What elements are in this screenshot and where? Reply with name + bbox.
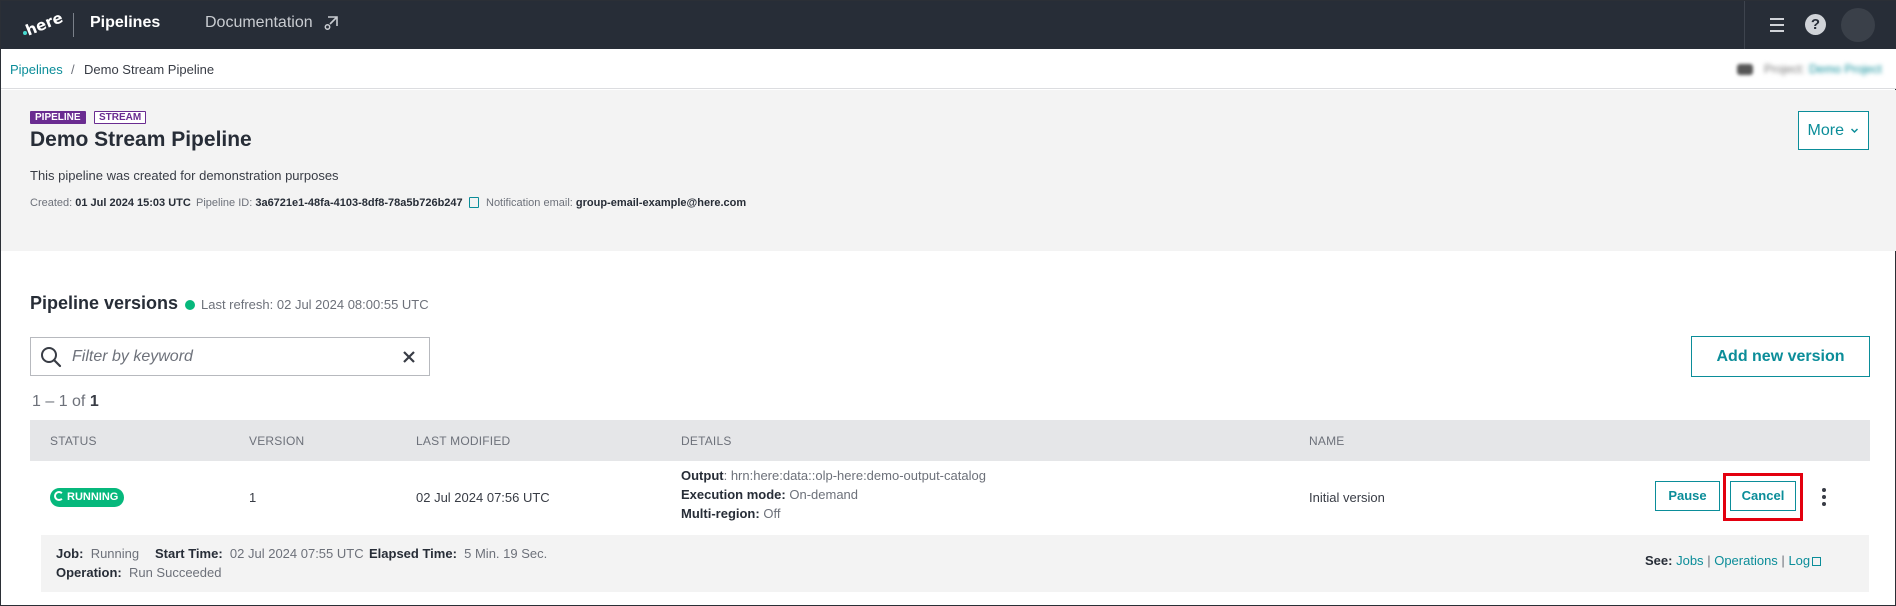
details-execution-mode: Execution mode: On-demand [681, 487, 858, 502]
region-label: Multi-region: [681, 506, 760, 521]
log-link[interactable]: Log [1788, 553, 1810, 568]
search-icon [41, 347, 62, 368]
jobs-link[interactable]: Jobs [1676, 553, 1703, 568]
operation-label: Operation: [56, 565, 122, 580]
count-prefix: 1 – 1 of [32, 393, 86, 410]
breadcrumb-current: Demo Stream Pipeline [84, 62, 215, 77]
column-name[interactable]: NAME [1309, 434, 1344, 448]
job-value: Running [90, 546, 140, 561]
top-divider [73, 13, 74, 37]
project-link[interactable]: Demo Project [1809, 62, 1882, 76]
see-label: See: [1645, 553, 1673, 568]
count-total: 1 [89, 393, 99, 410]
table-row[interactable]: RUNNING 1 02 Jul 2024 07:56 UTC Output: … [30, 461, 1870, 535]
breadcrumb: Pipelines / Demo Stream Pipeline Project… [1, 49, 1896, 89]
operations-link[interactable]: Operations [1714, 553, 1778, 568]
project-label: Project: [1764, 62, 1805, 76]
job-label: Job: [56, 546, 84, 561]
app-title[interactable]: Pipelines [90, 14, 160, 32]
output-label: Output [681, 468, 724, 483]
kebab-menu-icon[interactable] [1821, 487, 1827, 507]
status-text: RUNNING [67, 491, 119, 503]
breadcrumb-separator: / [71, 62, 75, 77]
pipeline-tag: PIPELINE [30, 111, 86, 124]
result-count: 1 – 1 of 1 [32, 393, 99, 411]
created-meta: Created: 01 Jul 2024 15:03 UTC [30, 197, 191, 209]
more-button[interactable]: More [1798, 111, 1869, 150]
here-logo[interactable]: here [23, 8, 65, 41]
created-label: Created: [30, 197, 73, 209]
operation-status: Operation: Run Succeeded [56, 565, 221, 580]
project-icon [1737, 64, 1753, 75]
avatar[interactable] [1841, 8, 1875, 42]
column-version[interactable]: VERSION [249, 434, 304, 448]
created-value: 01 Jul 2024 15:03 UTC [75, 197, 191, 209]
link-separator: | [1707, 553, 1711, 568]
pipeline-description: This pipeline was created for demonstrat… [30, 168, 339, 183]
copy-icon[interactable] [468, 197, 479, 208]
email-value: group-email-example@here.com [575, 197, 747, 209]
output-value: : hrn:here:data::olp-here:demo-output-ca… [723, 468, 986, 483]
cancel-button[interactable]: Cancel [1730, 481, 1796, 511]
more-label: More [1807, 122, 1844, 139]
search-box[interactable] [30, 337, 430, 376]
pipeline-header: PIPELINE STREAM Demo Stream Pipeline Thi… [1, 90, 1896, 251]
region-value: Off [759, 506, 781, 521]
elapsed-value: 5 Min. 19 Sec. [464, 546, 548, 561]
link-separator: | [1781, 553, 1785, 568]
spinner-icon [54, 491, 64, 501]
logo-text: here [23, 8, 66, 40]
elapsed-time: Elapsed Time: 5 Min. 19 Sec. [369, 546, 547, 561]
hamburger-menu-icon[interactable] [1767, 15, 1787, 35]
documentation-link[interactable]: Documentation [205, 14, 313, 32]
external-link-icon[interactable] [323, 15, 339, 31]
start-time: Start Time: 02 Jul 2024 07:55 UTC [155, 546, 364, 561]
job-status: Job: Running [56, 546, 139, 561]
column-status[interactable]: STATUS [50, 434, 97, 448]
pipeline-id-label: Pipeline ID: [196, 197, 253, 209]
add-new-version-button[interactable]: Add new version [1691, 336, 1870, 377]
operation-value: Run Succeeded [128, 565, 222, 580]
last-modified-cell: 02 Jul 2024 07:56 UTC [416, 490, 550, 505]
search-input[interactable] [72, 342, 392, 372]
email-label: Notification email: [486, 197, 573, 209]
details-output: Output: hrn:here:data::olp-here:demo-out… [681, 468, 986, 483]
version-cell: 1 [249, 490, 257, 505]
column-last-modified[interactable]: LAST MODIFIED [416, 434, 510, 448]
last-refresh-text: Last refresh: 02 Jul 2024 08:00:55 UTC [201, 297, 429, 312]
breadcrumb-pipelines-link[interactable]: Pipelines [10, 62, 63, 77]
versions-title: Pipeline versions [30, 293, 179, 313]
pipeline-id-value: 3a6721e1-48fa-4103-8df8-78a5b726b247 [255, 197, 463, 209]
exec-value: On-demand [785, 487, 859, 502]
top-separator [1744, 1, 1745, 49]
exec-label: Execution mode: [681, 487, 786, 502]
page-title: Demo Stream Pipeline [30, 128, 252, 151]
external-link-icon[interactable] [1812, 557, 1822, 566]
pause-button[interactable]: Pause [1655, 481, 1720, 511]
elapsed-label: Elapsed Time: [369, 546, 457, 561]
chevron-down-icon [1851, 128, 1859, 134]
start-label: Start Time: [155, 546, 223, 561]
help-icon[interactable]: ? [1805, 14, 1826, 35]
name-cell: Initial version [1309, 490, 1385, 505]
refresh-status-dot [185, 300, 195, 310]
details-multi-region: Multi-region: Off [681, 506, 780, 521]
see-links: See: Jobs | Operations | Log [1645, 553, 1822, 568]
job-details-row: Job: Running Start Time: 02 Jul 2024 07:… [41, 535, 1869, 592]
pipeline-id-meta: Pipeline ID: 3a6721e1-48fa-4103-8df8-78a… [196, 197, 479, 209]
top-navigation-bar: here Pipelines Documentation ? [1, 1, 1896, 49]
notification-email-meta: Notification email: group-email-example@… [486, 197, 746, 209]
start-value: 02 Jul 2024 07:55 UTC [229, 546, 364, 561]
column-details[interactable]: DETAILS [681, 434, 732, 448]
table-header: STATUS VERSION LAST MODIFIED DETAILS NAM… [30, 420, 1870, 461]
status-badge: RUNNING [50, 488, 125, 507]
stream-tag: STREAM [94, 111, 147, 124]
close-icon[interactable] [401, 349, 417, 365]
